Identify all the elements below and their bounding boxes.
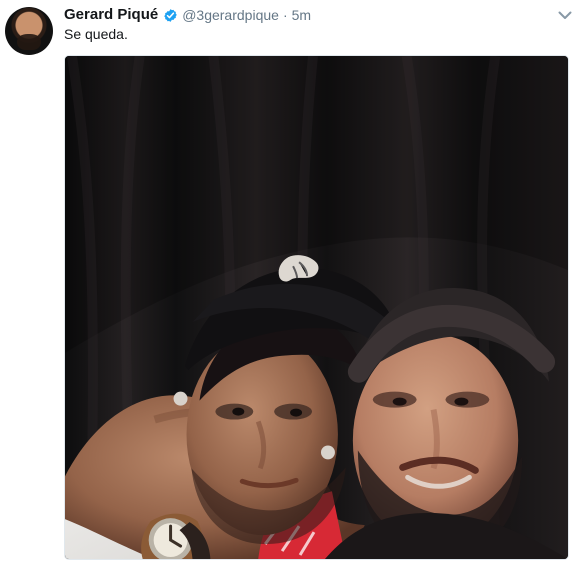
selfie-photo bbox=[65, 56, 568, 559]
tweet-text: Se queda. bbox=[64, 26, 128, 42]
author-avatar[interactable] bbox=[5, 7, 53, 55]
separator-dot: · bbox=[282, 7, 288, 23]
tweet-photo[interactable] bbox=[64, 55, 569, 560]
author-name[interactable]: Gerard Piqué bbox=[64, 5, 158, 25]
chevron-down-icon[interactable] bbox=[558, 8, 572, 22]
tweet-header: Gerard Piqué @3gerardpique · 5m bbox=[64, 5, 311, 25]
author-handle[interactable]: @3gerardpique bbox=[182, 5, 279, 25]
tweet-card: Gerard Piqué @3gerardpique · 5m Se queda… bbox=[0, 0, 588, 574]
tweet-timestamp[interactable]: 5m bbox=[292, 5, 311, 25]
verified-badge-icon bbox=[163, 8, 178, 23]
